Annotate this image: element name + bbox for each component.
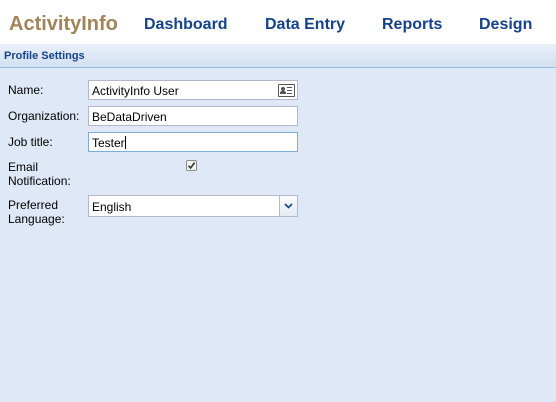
email-notification-label: Email Notification: [8,160,84,188]
text-caret [124,136,126,149]
job-title-value: Tester [92,136,125,150]
job-title-label: Job title: [8,135,53,149]
nav-design[interactable]: Design [479,16,532,34]
name-label: Name: [8,83,44,97]
panel-header: Profile Settings [0,44,556,68]
organization-field[interactable]: BeDataDriven [88,106,298,126]
email-label-line2: Notification: [8,174,71,188]
language-label-line1: Preferred [8,198,59,212]
organization-label: Organization: [8,109,80,123]
top-navigation-bar: ActivityInfo Dashboard Data Entry Report… [0,0,556,45]
name-value: ActivityInfo User [92,84,179,98]
contact-card-icon[interactable] [278,84,295,97]
nav-reports[interactable]: Reports [382,16,442,34]
email-notification-checkbox[interactable] [186,160,197,171]
email-label-line1: Email [8,160,39,174]
panel-title: Profile Settings [4,50,85,62]
organization-value: BeDataDriven [92,110,167,124]
nav-dashboard[interactable]: Dashboard [144,16,228,34]
chevron-down-icon [284,203,293,209]
app-logo[interactable]: ActivityInfo [9,13,118,36]
language-select[interactable]: English [88,195,298,217]
checkmark-icon [187,162,196,170]
language-label-line2: Language: [8,212,65,226]
job-title-field[interactable]: Tester [88,132,298,152]
preferred-language-label: Preferred Language: [8,198,84,226]
nav-data-entry[interactable]: Data Entry [265,16,345,34]
name-field[interactable]: ActivityInfo User [88,80,298,100]
language-value: English [92,200,132,214]
language-dropdown-trigger[interactable] [279,196,297,216]
